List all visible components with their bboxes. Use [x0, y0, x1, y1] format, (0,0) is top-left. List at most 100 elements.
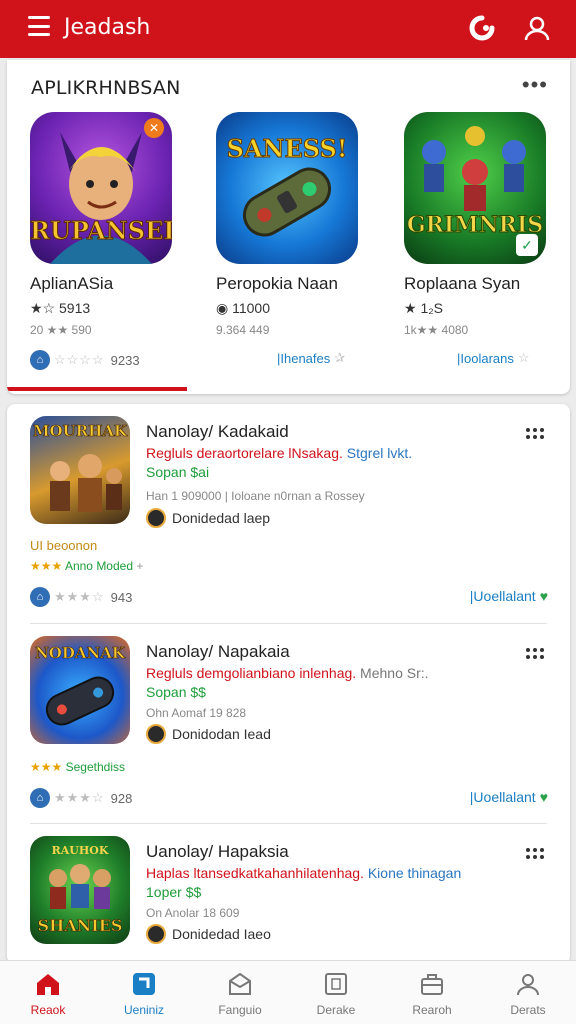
art-title: MOURHAK	[32, 422, 128, 441]
nav-item-list[interactable]: Derake	[288, 961, 384, 1024]
art-title-top: RAUHOK	[51, 844, 109, 857]
item-footer: ⌂ ★★★☆ 943	[30, 587, 132, 607]
rating-stars-icon: ★★★☆	[54, 790, 105, 805]
item-meta: Ohn Aomaf 19 828	[146, 706, 247, 720]
featured-footer[interactable]: |Ihenafes ✰	[277, 350, 346, 366]
gold-stars-icon: ★★★	[30, 760, 63, 774]
item-price: 1oper $$	[146, 884, 202, 900]
badge-icon: ✕	[144, 118, 164, 138]
nav-label: Fanguio	[218, 1003, 262, 1017]
more-options-icon[interactable]	[526, 428, 546, 442]
avatar	[146, 724, 166, 744]
nav-item-games[interactable]: Fanguio	[192, 961, 288, 1024]
item-title: Nanolay/ Napakaia	[146, 642, 290, 661]
account-icon[interactable]	[523, 14, 551, 42]
more-options-icon[interactable]	[526, 848, 546, 862]
nav-label: Ueniniz	[123, 1003, 165, 1017]
app-downloads: 20 ★★ 590	[30, 323, 92, 337]
install-link[interactable]: |Ioolarans	[457, 351, 514, 366]
refresh-icon[interactable]	[468, 14, 496, 42]
bottom-navigation: Reaok Ueniniz Fanguio Derake Rearoh Dera…	[0, 960, 576, 1024]
app-icon: NODANAK	[30, 636, 130, 744]
app-icon-rupansei: RUPANSEI ✕	[30, 112, 172, 264]
games-icon	[229, 972, 251, 995]
rating-stars-icon: ★★★☆	[54, 589, 105, 604]
avatar	[146, 924, 166, 944]
install-button[interactable]: |Uoellalant ♥	[470, 789, 548, 805]
item-tag: UI beoonon	[30, 538, 98, 553]
featured-section: APLIKRHNBSAN ••• RUPANSEI ✕ AplianASia ★…	[7, 60, 570, 394]
item-developer: Donidedad laep	[146, 508, 270, 528]
featured-app-card[interactable]: RUPANSEI ✕ AplianASia ★☆ 5913 20 ★★ 590	[30, 112, 190, 337]
item-developer: Donidodan Iead	[146, 724, 271, 744]
app-rating: ★ 1₂S	[404, 300, 443, 316]
app-downloads: 9.364 449	[216, 323, 270, 337]
app-name: AplianASia	[30, 274, 114, 293]
app-list: MOURHAK Nanolay/ Kadakaid Regluls deraor…	[7, 404, 570, 964]
install-link[interactable]: |Ihenafes	[277, 351, 330, 366]
art-title: SANESS!	[226, 134, 348, 164]
heart-check-icon: ♥	[539, 588, 548, 604]
nav-item-apps[interactable]: Ueniniz	[96, 961, 192, 1024]
app-icon: RAUHOK SHANIES	[30, 836, 130, 944]
app-title: Jeadash	[64, 15, 151, 40]
install-button[interactable]: |Uoellalant ♥	[470, 588, 548, 604]
list-icon	[325, 973, 347, 995]
art-title: SHANIES	[37, 916, 123, 936]
app-name: Roplaana Syan	[404, 274, 521, 293]
app-icon-grimnris: GRIMNRIS ✓	[404, 112, 546, 264]
store-badge-icon: ⌂	[30, 350, 50, 370]
featured-app-card[interactable]: SANESS! Peropokia Naan ◉ 11000 9.364 449	[216, 112, 376, 337]
store-badge-icon: ⌂	[30, 788, 50, 808]
app-downloads: 1k★★ 4080	[404, 323, 469, 337]
app-bar: Jeadash	[0, 0, 576, 58]
section-title: APLIKRHNBSAN	[31, 77, 181, 99]
home-icon	[37, 974, 59, 995]
item-meta: On Anolar 18 609	[146, 906, 240, 920]
check-badge-icon: ✓	[516, 234, 538, 256]
briefcase-icon	[421, 974, 443, 995]
item-price: Sopan $ai	[146, 464, 210, 480]
app-name: Peropokia Naan	[216, 274, 338, 293]
rating-count: 9233	[110, 352, 140, 368]
heart-check-icon: ♥	[539, 789, 548, 805]
nav-item-briefcase[interactable]: Rearoh	[384, 961, 480, 1024]
item-title: Uanolay/ Hapaksia	[146, 842, 289, 861]
avatar	[146, 508, 166, 528]
gold-stars-icon: ★★★	[30, 559, 63, 573]
nav-label: Derats	[510, 1003, 546, 1017]
star-icon: ✰	[334, 350, 347, 365]
plus-icon: +	[136, 559, 144, 573]
person-icon	[517, 974, 539, 996]
art-title: RUPANSEI	[30, 216, 172, 246]
nav-label: Reaok	[30, 1003, 66, 1017]
divider	[30, 623, 547, 624]
item-developer: Donidedad Iaeo	[146, 924, 271, 944]
item-title: Nanolay/ Kadakaid	[146, 422, 289, 441]
app-icon: MOURHAK	[30, 416, 130, 524]
menu-icon[interactable]	[28, 16, 50, 36]
item-description: Haplas ltansedkatkahanhilatenhag. Kione …	[146, 865, 462, 881]
item-price: Sopan $$	[146, 684, 206, 700]
more-options-icon[interactable]: •••	[522, 74, 548, 96]
nav-label: Derake	[316, 1003, 356, 1017]
more-options-icon[interactable]	[526, 648, 546, 662]
item-meta: Han 1 909000 | Ioloane n0rnan a Rossey	[146, 489, 365, 503]
store-badge-icon: ⌂	[30, 587, 50, 607]
featured-footer: ⌂ ☆☆☆☆ 9233	[30, 350, 140, 370]
divider	[30, 823, 547, 824]
apps-icon	[133, 973, 155, 995]
item-rating-tag: ★★★ Anno Moded +	[30, 559, 144, 573]
nav-label: Rearoh	[412, 1003, 452, 1017]
art-title: NODANAK	[35, 644, 125, 663]
star-icon: ☆	[517, 350, 531, 365]
nav-item-home[interactable]: Reaok	[0, 961, 96, 1024]
featured-app-card[interactable]: GRIMNRIS ✓ Roplaana Syan ★ 1₂S 1k★★ 4080	[404, 112, 564, 337]
nav-item-profile[interactable]: Derats	[480, 961, 576, 1024]
app-rating: ◉ 11000	[216, 300, 270, 316]
item-rating-tag: ★★★ Segethdiss	[30, 760, 125, 774]
app-icon-saness: SANESS!	[216, 112, 358, 264]
item-description: Regluls demgolianbiano inlenhag. Mehno S…	[146, 665, 429, 681]
featured-footer[interactable]: |Ioolarans ☆	[457, 350, 531, 366]
app-rating: ★☆ 5913	[30, 300, 91, 316]
